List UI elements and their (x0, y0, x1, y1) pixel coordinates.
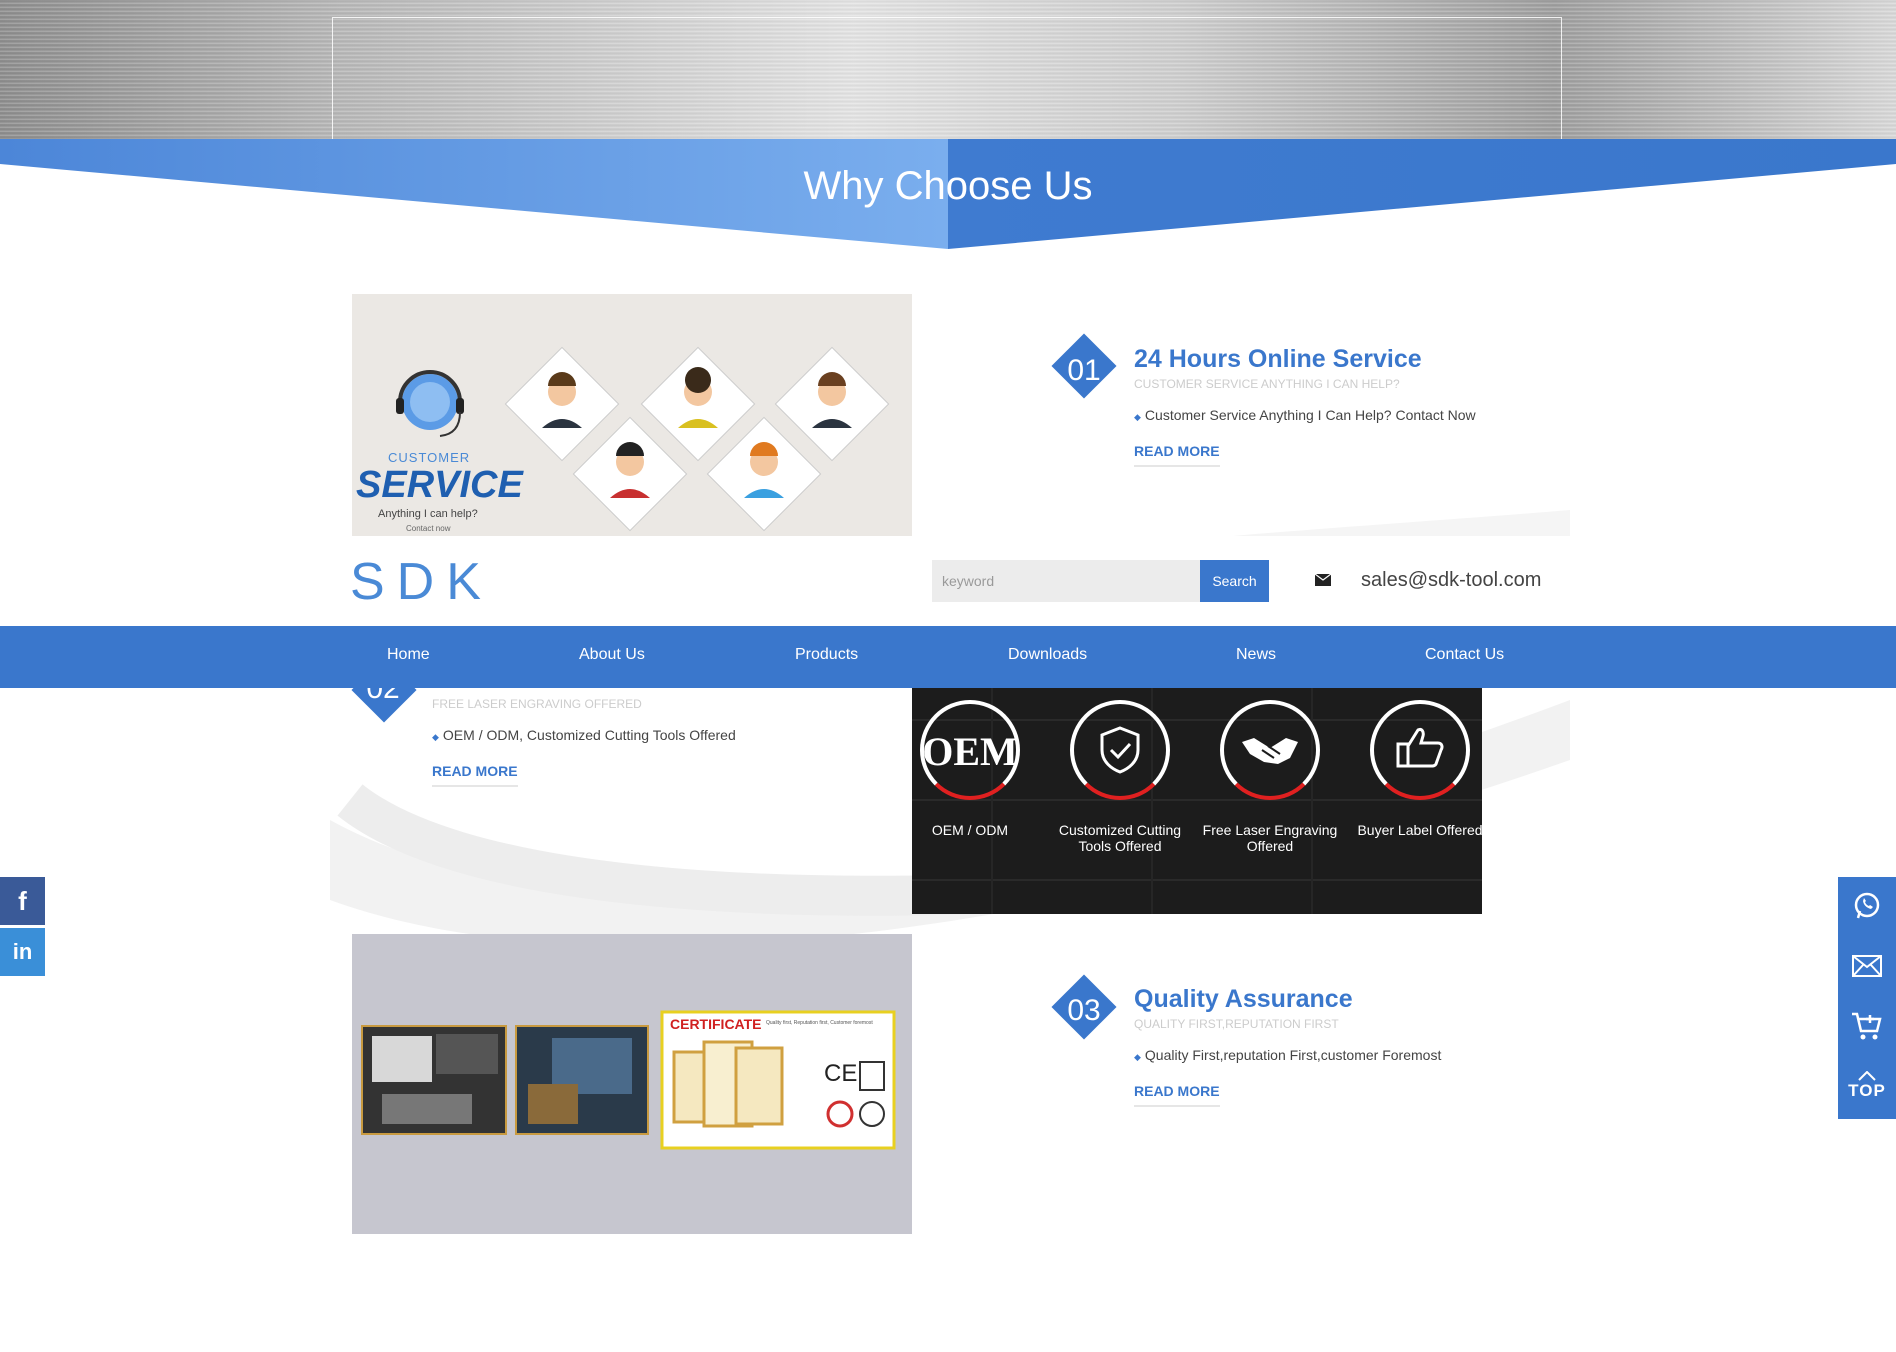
feature-number-01-text: 01 (1067, 354, 1101, 387)
header-email[interactable]: sales@sdk-tool.com (1361, 569, 1541, 592)
facebook-button[interactable]: f (0, 877, 45, 925)
nav-item-about-us[interactable]: About Us (579, 646, 645, 664)
read-more-03[interactable]: READ MORE (1134, 1083, 1220, 1107)
feature-title-01: 24 Hours Online Service (1134, 345, 1422, 373)
top-icon (1858, 1071, 1876, 1081)
read-more-02[interactable]: READ MORE (432, 763, 518, 787)
facebook-icon: f (18, 885, 27, 916)
feature-title-03: Quality Assurance (1134, 985, 1353, 1013)
nav-item-news[interactable]: News (1236, 646, 1276, 664)
cart-button[interactable] (1838, 997, 1896, 1055)
nav-item-downloads[interactable]: Downloads (1008, 646, 1087, 664)
back-to-top-button[interactable]: TOP (1838, 1057, 1896, 1115)
section-title: Why Choose Us (803, 164, 1093, 208)
feature-desc-02-text: OEM / ODM, Customized Cutting Tools Offe… (442, 727, 736, 743)
service-big-text: SERVICE (356, 464, 523, 506)
whatsapp-icon (1854, 892, 1880, 919)
thumbs-up-icon (1396, 728, 1444, 768)
feature-desc-01-text: Customer Service Anything I Can Help? Co… (1144, 407, 1476, 423)
feature-subtitle-03: QUALITY FIRST,REPUTATION FIRST (1134, 1017, 1339, 1031)
quality-image: CERTIFICATE Quality first, Reputation fi… (352, 934, 912, 1234)
feature-desc-02: ◆ OEM / ODM, Customized Cutting Tools Off… (432, 727, 736, 743)
linkedin-button[interactable]: in (0, 928, 45, 976)
handshake-icon (1242, 738, 1298, 764)
banner-frame (332, 17, 1562, 147)
search-button[interactable]: Search (1200, 560, 1269, 602)
search-input[interactable] (932, 560, 1200, 602)
feature-desc-03: ◆ Quality First,reputation First,customer… (1134, 1047, 1442, 1063)
oem-label-1: OEM / ODM (931, 822, 1009, 838)
envelope-icon (1315, 574, 1331, 586)
oem-label-3: Free Laser Engraving Offered (1202, 822, 1338, 854)
nav-item-home[interactable]: Home (387, 646, 430, 664)
oem-label-2: Customized Cutting Tools Offered (1058, 822, 1182, 854)
top-label: TOP (1848, 1081, 1886, 1100)
nav-item-contact-us[interactable]: Contact Us (1425, 646, 1504, 664)
email-button[interactable] (1838, 937, 1896, 995)
oem-badge-text: OEM (922, 729, 1018, 774)
service-help-text: Anything I can help? (378, 508, 478, 520)
feature-number-03-text: 03 (1067, 994, 1101, 1027)
right-float-bar: TOP (1838, 877, 1896, 1119)
shield-check-icon (1100, 726, 1140, 774)
email-icon (1852, 955, 1882, 977)
service-contact-text: Contact now (406, 524, 451, 533)
certificate-title: CERTIFICATE (670, 1016, 762, 1032)
cart-icon (1852, 1012, 1882, 1040)
feature-subtitle-02: FREE LASER ENGRAVING OFFERED (432, 697, 642, 711)
certificate-tagline: Quality first, Reputation first, Custome… (766, 1020, 873, 1026)
logo[interactable]: SDK (350, 552, 493, 612)
main-nav: Home About Us Products Downloads News Co… (0, 626, 1896, 688)
whatsapp-button[interactable] (1838, 877, 1896, 935)
linkedin-icon: in (12, 939, 33, 964)
feature-desc-01: ◆ Customer Service Anything I Can Help? C… (1134, 407, 1476, 423)
feature-desc-03-text: Quality First,reputation First,customer … (1144, 1047, 1442, 1063)
oem-label-4: Buyer Label Offered (1357, 822, 1482, 838)
feature-subtitle-01: CUSTOMER SERVICE ANYTHING I CAN HELP? (1134, 377, 1400, 391)
ce-mark: CE (824, 1060, 858, 1087)
read-more-01[interactable]: READ MORE (1134, 443, 1220, 467)
customer-service-image: CUSTOMER SERVICE Anything I can help? Co… (352, 294, 912, 536)
service-customer-text: CUSTOMER (388, 450, 471, 465)
oem-panel-image: OEM OEM / ODM Customized Cutting Tools O… (912, 680, 1482, 914)
nav-item-products[interactable]: Products (795, 646, 858, 664)
